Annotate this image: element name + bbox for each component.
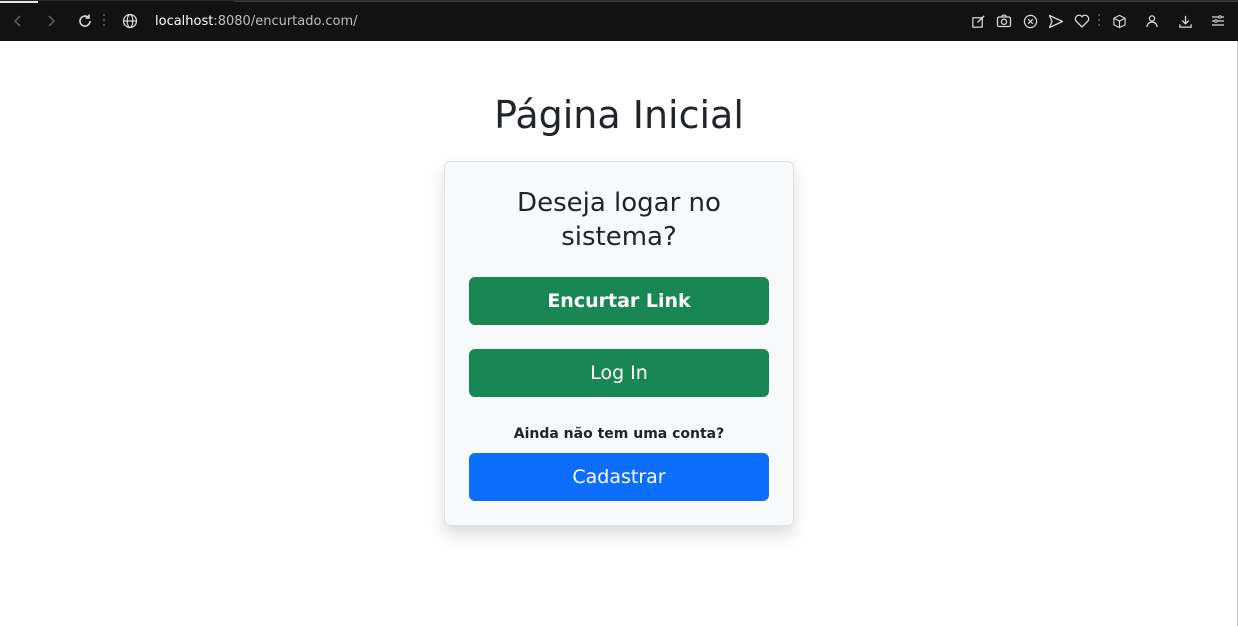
edit-icon[interactable] (969, 12, 987, 30)
address-bar[interactable]: localhost:8080/encurtado.com/ (155, 13, 358, 31)
heart-icon[interactable] (1073, 12, 1091, 30)
menu-icon[interactable] (1209, 12, 1227, 30)
no-account-text: Ainda não tem uma conta? (513, 426, 725, 442)
url-host: localhost (155, 14, 214, 29)
user-icon[interactable] (1143, 12, 1161, 30)
reload-icon[interactable] (76, 12, 94, 30)
back-icon[interactable] (9, 12, 27, 30)
globe-icon[interactable] (121, 12, 139, 30)
active-tab-indicator (0, 1, 38, 3)
send-icon[interactable] (1047, 12, 1065, 30)
register-button[interactable]: Cadastrar (469, 453, 769, 501)
close-circle-icon[interactable] (1021, 12, 1039, 30)
forward-icon[interactable] (42, 12, 60, 30)
page-title: Página Inicial (494, 93, 744, 137)
card-title: Deseja logar no sistema? (517, 188, 721, 252)
login-card: Deseja logar no sistema? Encurtar Link L… (444, 161, 794, 526)
download-icon[interactable] (1176, 12, 1194, 30)
url-path: :8080/encurtado.com/ (213, 14, 358, 29)
camera-icon[interactable] (995, 12, 1013, 30)
tab-strip-line (234, 1, 1238, 2)
login-button[interactable]: Log In (469, 349, 769, 397)
shorten-link-button[interactable]: Encurtar Link (469, 277, 769, 325)
cube-icon[interactable] (1110, 12, 1128, 30)
browser-toolbar: localhost:8080/encurtado.com/ (0, 0, 1238, 41)
